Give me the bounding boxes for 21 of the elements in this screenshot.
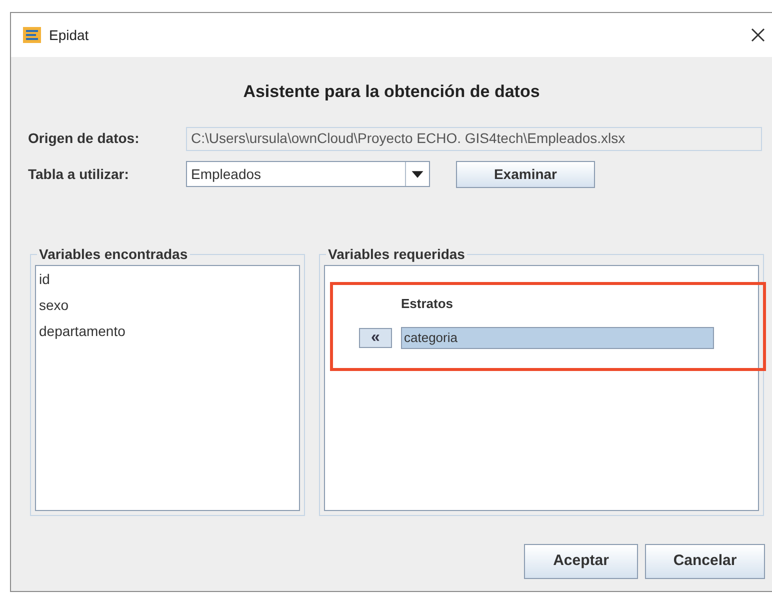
app-logo-icon — [23, 27, 41, 43]
wizard-heading: Asistente para la obtención de datos — [243, 81, 540, 103]
browse-button[interactable]: Examinar — [456, 160, 595, 188]
list-item[interactable]: id — [36, 266, 53, 292]
dropdown-value: Empleados — [190, 164, 262, 184]
variables-list[interactable]: id sexo departamento — [35, 264, 300, 510]
field-label: Origen de datos: — [28, 129, 140, 148]
window-title: Epidat — [49, 26, 89, 45]
accept-button[interactable]: Aceptar — [524, 544, 638, 578]
close-icon[interactable] — [750, 27, 766, 43]
list-item[interactable]: sexo — [36, 292, 72, 318]
group-title: Variables encontradas — [38, 244, 189, 264]
cancel-button[interactable]: Cancelar — [645, 544, 765, 578]
group-title: Variables requeridas — [327, 244, 466, 264]
field-label: Estratos — [401, 294, 454, 312]
strata-field[interactable]: categoria — [401, 327, 714, 349]
table-dropdown[interactable]: Empleados — [186, 161, 430, 187]
field-label: Tabla a utilizar: — [28, 164, 130, 184]
source-path-field[interactable]: C:\Users\ursula\ownCloud\Proyecto ECHO. GIS4tech\Empleados.xlsx — [186, 126, 762, 150]
list-item[interactable]: departamento — [36, 318, 128, 344]
remove-variable-button[interactable]: « — [359, 328, 392, 348]
